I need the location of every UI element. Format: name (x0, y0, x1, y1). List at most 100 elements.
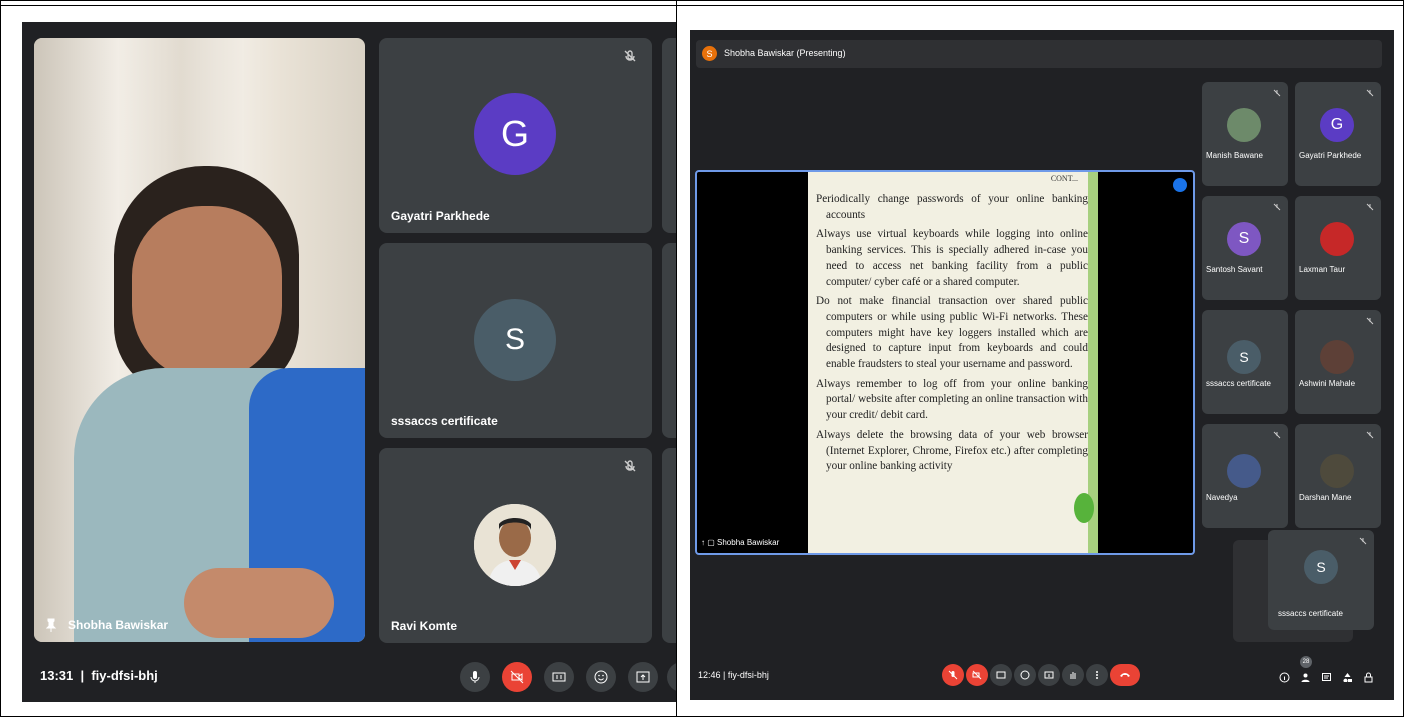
captions-icon (996, 671, 1006, 679)
participant-tile-darshan[interactable]: Darshan Mane (1295, 424, 1381, 528)
share-name-row: ↑ ▢ Shobha Bawiskar (701, 538, 780, 547)
presenter-avatar: S (702, 46, 717, 61)
leave-call-button[interactable] (1110, 664, 1140, 686)
captions-icon (552, 672, 566, 682)
screen-share-tile[interactable]: CONT... Periodically change passwords of… (695, 170, 1195, 555)
emoji-button[interactable] (586, 662, 616, 692)
present-icon (1044, 671, 1054, 679)
avatar-sssaccs: S (474, 299, 556, 381)
slide-bullet: Periodically change passwords of your on… (816, 193, 1088, 221)
tile-ravi[interactable]: Ravi Komte (379, 448, 652, 643)
participant-tile-navedya[interactable]: Navedya (1202, 424, 1288, 528)
participant-tile-laxman[interactable]: Laxman Taur (1295, 196, 1381, 300)
control-bar-right: 12:46 | fiy-dfsi-bhj 28 (690, 650, 1394, 700)
avatar-laxman (1320, 222, 1354, 256)
mic-off-button[interactable] (942, 664, 964, 686)
mic-off-icon (1273, 89, 1281, 97)
panel-divider (676, 0, 677, 717)
pin-icon[interactable] (44, 618, 58, 632)
meeting-info-right: 12:46 | fiy-dfsi-bhj (698, 670, 769, 680)
participant-name: Gayatri Parkhede (1299, 151, 1362, 160)
participant-count-badge: 28 (1300, 656, 1312, 668)
participant-tile-ashwini[interactable]: Ashwini Mahale (1295, 310, 1381, 414)
emoji-icon (1020, 670, 1030, 680)
avatar-darshan (1320, 454, 1354, 488)
avatar-navedya (1227, 454, 1261, 488)
hang-up-icon (1120, 673, 1130, 677)
mic-off-icon (1273, 203, 1281, 211)
tile-name-ravi: Ravi Komte (391, 619, 458, 633)
participant-name: Navedya (1206, 493, 1238, 502)
meeting-code-left: fiy-dfsi-bhj (91, 668, 158, 683)
avatar-manish (1227, 108, 1261, 142)
person-hand (184, 568, 334, 638)
participant-name: Laxman Taur (1299, 265, 1346, 274)
emoji-icon (594, 670, 608, 684)
info-icon[interactable] (1279, 672, 1290, 683)
mic-button[interactable] (460, 662, 490, 692)
participant-tile-sssaccs[interactable]: S sssaccs certificate (1202, 310, 1288, 414)
tile-partial-3[interactable] (662, 448, 676, 643)
present-button[interactable] (1038, 664, 1060, 686)
more-button-partial[interactable] (667, 662, 676, 692)
captions-button[interactable] (544, 662, 574, 692)
camera-off-icon (972, 670, 982, 680)
avatar-sssaccs-small: S (1227, 340, 1261, 374)
activities-icon[interactable] (1342, 672, 1353, 683)
camera-off-button[interactable] (966, 664, 988, 686)
people-icon[interactable] (1300, 672, 1311, 683)
slide-bullet: Always delete the browsing data of your … (816, 428, 1088, 473)
tile-partial-2[interactable] (662, 243, 676, 438)
mic-icon (470, 671, 480, 683)
tile-name-sssaccs: sssaccs certificate (391, 414, 498, 428)
mic-off-icon (624, 460, 636, 472)
participant-name: Manish Bawane (1206, 151, 1263, 160)
slide-bullet: Do not make financial transaction over s… (816, 295, 1088, 371)
camera-off-button[interactable] (502, 662, 532, 692)
hand-icon (1070, 672, 1076, 679)
tile-gayatri[interactable]: G Gayatri Parkhede (379, 38, 652, 233)
meeting-info-left: 13:31 | fiy-dfsi-bhj (40, 668, 158, 683)
meeting-time-left: 13:31 (40, 668, 74, 683)
tile-partial-1[interactable] (662, 38, 676, 233)
participant-name: Santosh Savant (1206, 265, 1263, 274)
mic-off-icon (948, 670, 958, 680)
participant-tile-gayatri[interactable]: G Gayatri Parkhede (1295, 82, 1381, 186)
avatar-santosh: S (1227, 222, 1261, 256)
mic-off-icon (1366, 431, 1374, 439)
present-icon (636, 671, 650, 683)
tile-sssaccs[interactable]: S sssaccs certificate (379, 243, 652, 438)
mic-off-icon (1366, 317, 1374, 325)
lock-icon[interactable] (1363, 672, 1374, 683)
present-button[interactable] (628, 662, 658, 692)
participant-tile-santosh[interactable]: S Santosh Savant (1202, 196, 1288, 300)
more-options-button[interactable] (1086, 664, 1108, 686)
mic-off-icon (1359, 537, 1367, 545)
avatar-ravi (474, 504, 556, 586)
floating-self-tile[interactable]: S sssaccs certificate (1268, 530, 1374, 630)
participant-name: sssaccs certificate (1278, 609, 1343, 618)
participant-name: sssaccs certificate (1206, 379, 1271, 388)
meeting-code-right: fiy-dfsi-bhj (727, 670, 769, 680)
chat-icon[interactable] (1321, 672, 1332, 683)
raise-hand-button[interactable] (1062, 664, 1084, 686)
slide-bullet: Always remember to log off from your onl… (816, 377, 1088, 422)
meet-window-right: S Shobha Bawiskar (Presenting) CONT... P… (690, 30, 1394, 700)
person-face (132, 206, 282, 381)
mic-off-icon (1366, 89, 1374, 97)
presentation-slide: CONT... Periodically change passwords of… (808, 172, 1098, 553)
cursor-highlight (1074, 493, 1094, 523)
meeting-time-right: 12:46 (698, 670, 721, 680)
mic-off-icon (624, 50, 636, 62)
avatar-ashwini (1320, 340, 1354, 374)
captions-button[interactable] (990, 664, 1012, 686)
main-video-tile[interactable]: Shobha Bawiskar (34, 38, 365, 642)
participant-tile-manish[interactable]: Manish Bawane (1202, 82, 1288, 186)
slide-body: Periodically change passwords of your on… (816, 192, 1088, 479)
mic-off-icon (1273, 431, 1281, 439)
participant-name: Ashwini Mahale (1299, 379, 1356, 388)
emoji-button[interactable] (1014, 664, 1036, 686)
top-rule (0, 5, 1404, 6)
presenting-bar: S Shobha Bawiskar (Presenting) (696, 40, 1382, 68)
control-bar-left: 13:31 | fiy-dfsi-bhj (22, 652, 676, 702)
